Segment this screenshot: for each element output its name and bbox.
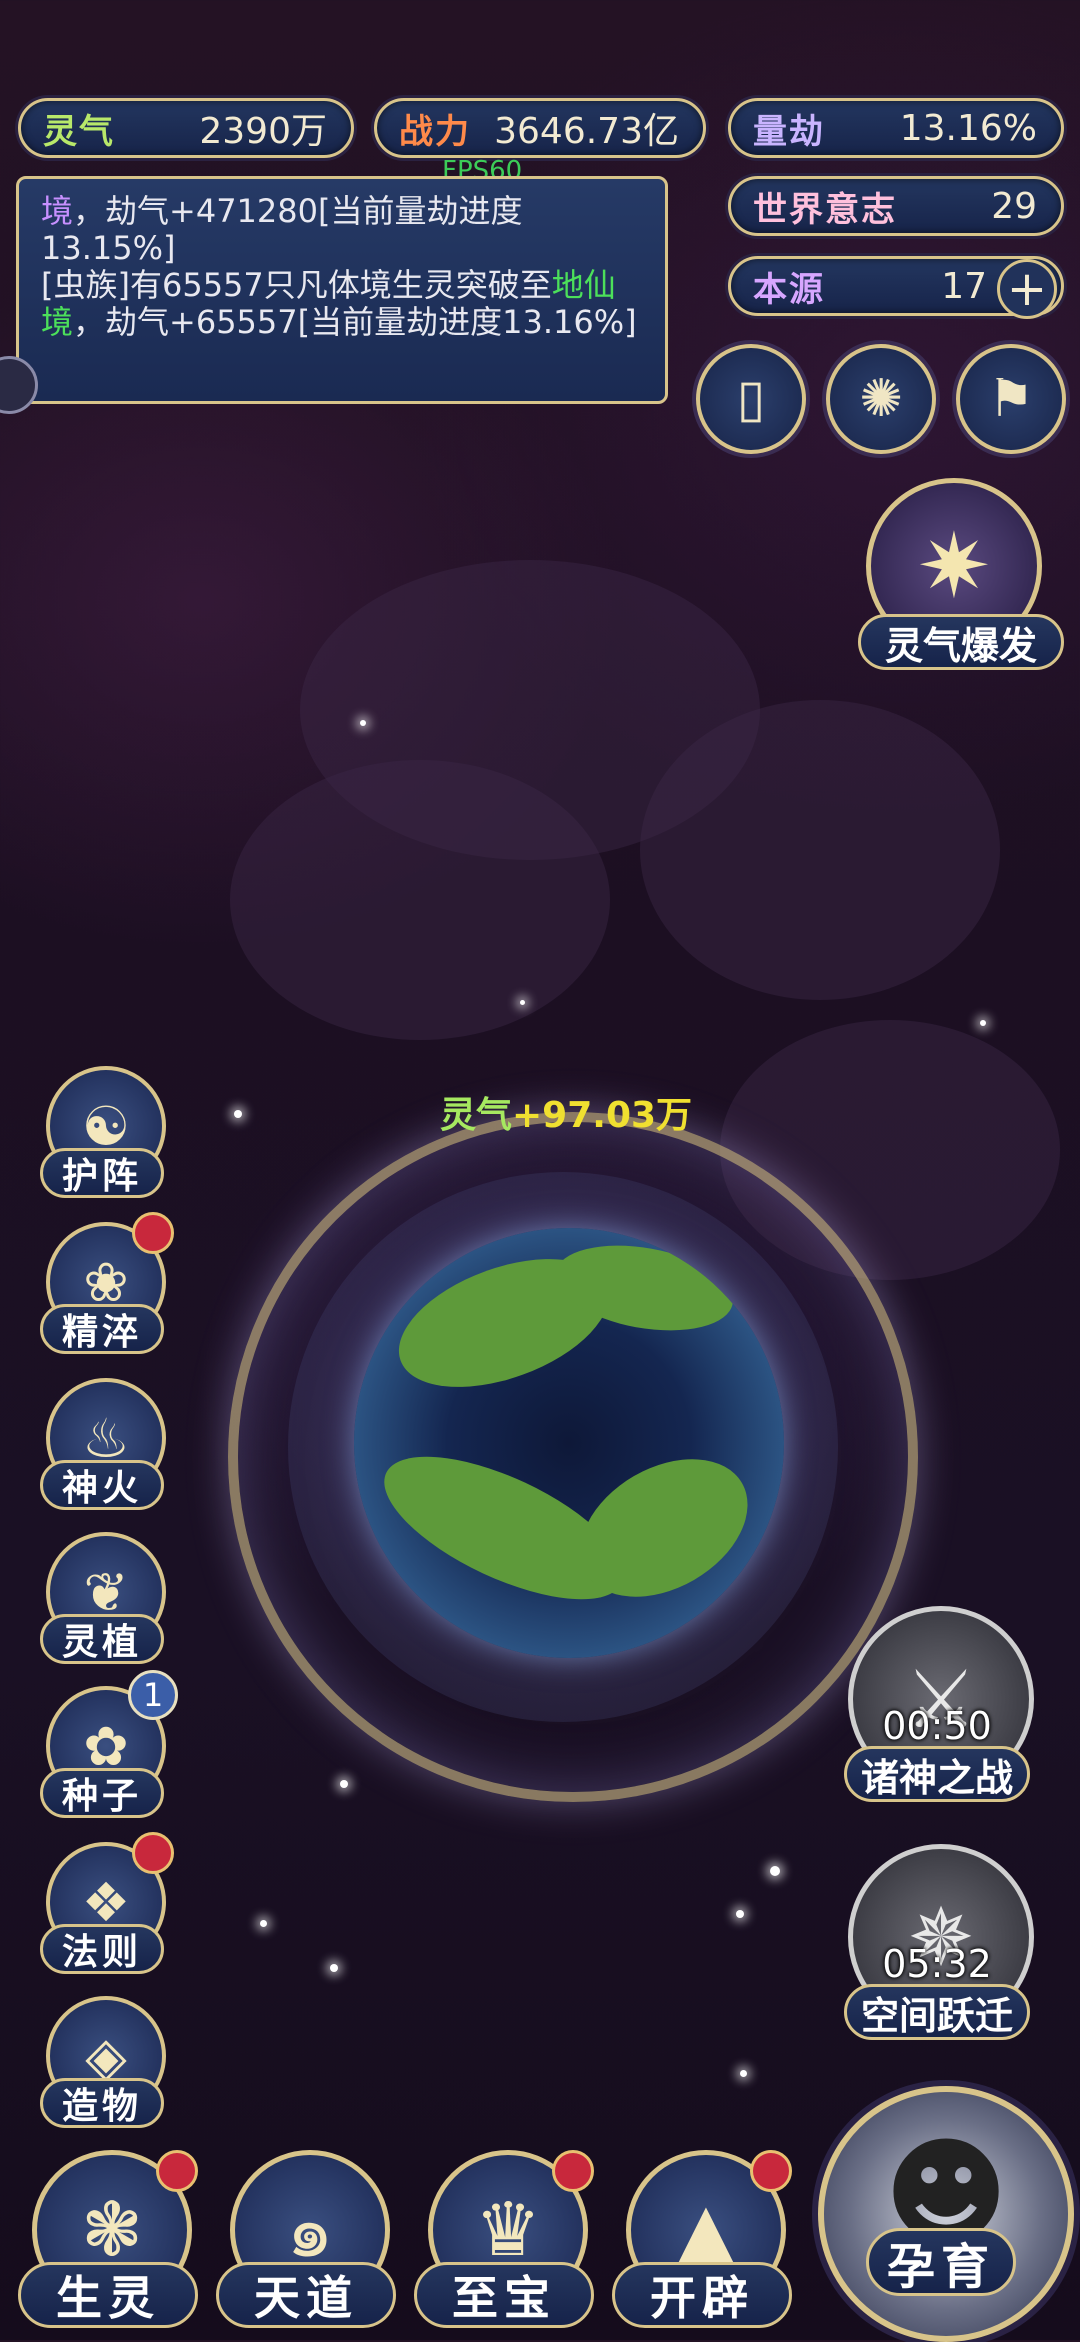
creature-icon: ❃ (80, 2187, 143, 2273)
treasure-icon: ♛ (474, 2187, 542, 2273)
star (736, 1910, 744, 1918)
space-jump-button[interactable]: ✵ 05:32 空间跃迁 (842, 1844, 1034, 2044)
star (234, 1110, 242, 1118)
flag-icon: ⚑ (987, 369, 1035, 429)
lingqi-value: 2390万 (199, 111, 327, 152)
bottom-menu-label: 至宝 (414, 2262, 594, 2328)
notification-dot (750, 2150, 792, 2192)
left-menu-fa-ze[interactable]: ❖ 法则 (40, 1832, 174, 1974)
log-line: [虫族]有65557只凡体境生灵突破至地仙境，劫气+65557[当前量劫进度13… (41, 266, 637, 341)
left-menu-label: 法则 (40, 1924, 164, 1974)
zhanli-stat[interactable]: 战力 3646.73亿 (374, 98, 706, 158)
notification-dot (552, 2150, 594, 2192)
star (330, 1964, 338, 1972)
benyuan-value: 17 (941, 265, 987, 307)
zhanli-value: 3646.73亿 (494, 111, 679, 152)
bottom-menu-label: 生灵 (18, 2262, 198, 2328)
notification-dot (132, 1832, 174, 1874)
incubate-label: 孕育 (866, 2228, 1016, 2296)
left-menu-label: 精淬 (40, 1304, 164, 1354)
left-menu-label: 灵植 (40, 1614, 164, 1664)
card-icon: ▯ (736, 369, 766, 429)
liangjie-stat[interactable]: 量劫 13.16% (728, 98, 1064, 158)
cloud (640, 700, 1000, 1000)
left-menu-jing-cui[interactable]: ❀ 精淬 (40, 1212, 174, 1354)
incubate-button[interactable]: ☻ (818, 2086, 1074, 2342)
star (340, 1780, 348, 1788)
cloud (230, 760, 610, 1040)
liangjie-value: 13.16% (899, 107, 1037, 149)
lingqi-stat[interactable]: 灵气 2390万 (18, 98, 354, 158)
space-jump-label: 空间跃迁 (844, 1984, 1030, 2040)
notification-dot (156, 2150, 198, 2192)
gods-war-timer: 00:50 (882, 1704, 992, 1748)
left-menu-hu-zhen[interactable]: ☯ 护阵 (40, 1066, 166, 1198)
star (740, 2070, 747, 2077)
lingqi-gain-popup: 灵气+97.03万 (440, 1095, 693, 1136)
star (770, 1866, 780, 1876)
card-button[interactable]: ▯ (696, 344, 806, 454)
mountain-icon: ▲ (677, 2187, 735, 2273)
burst-icon: ✷ (916, 513, 992, 619)
star (520, 1000, 525, 1005)
vortex-icon: ✺ (859, 369, 903, 429)
lingqi-burst-label: 灵气爆发 (858, 614, 1064, 670)
event-log[interactable]: 境，劫气+471280[当前量劫进度13.15%] [虫族]有65557只凡体境… (16, 176, 668, 404)
vortex-button[interactable]: ✺ (826, 344, 936, 454)
add-benyuan-button[interactable]: + (997, 259, 1057, 319)
bottom-menu-sheng-ling[interactable]: ❃ 生灵 (18, 2150, 198, 2340)
gods-war-button[interactable]: ⚔ 00:50 诸神之战 (842, 1606, 1034, 1806)
left-menu-label: 造物 (40, 2078, 164, 2128)
star (260, 1920, 267, 1927)
benyuan-label: 本源 (753, 269, 825, 310)
log-line: 境，劫气+471280[当前量劫进度13.15%] (41, 192, 523, 267)
notification-dot (132, 1212, 174, 1254)
star (980, 1020, 986, 1026)
lingqi-label: 灵气 (43, 111, 115, 152)
world-will-stat[interactable]: 世界意志 29 (728, 176, 1064, 236)
left-menu-zhong-zi[interactable]: ✿ 种子 1 (40, 1670, 178, 1818)
gods-war-label: 诸神之战 (844, 1746, 1030, 1802)
left-menu-label: 神火 (40, 1460, 164, 1510)
bottom-menu-tian-dao[interactable]: ๑ 天道 (216, 2150, 396, 2340)
flag-button[interactable]: ⚑ (956, 344, 1066, 454)
bottom-menu-label: 开辟 (612, 2262, 792, 2328)
left-menu-ling-zhi[interactable]: ❦ 灵植 (40, 1532, 166, 1664)
planet[interactable] (354, 1228, 784, 1658)
world-will-label: 世界意志 (753, 189, 897, 230)
bottom-menu-label: 天道 (216, 2262, 396, 2328)
left-menu-label: 种子 (40, 1768, 164, 1818)
liangjie-label: 量劫 (753, 111, 825, 152)
benyuan-stat[interactable]: 本源 17 + (728, 256, 1064, 319)
seed-count-badge: 1 (128, 1670, 178, 1720)
star (360, 720, 366, 726)
left-menu-shen-huo[interactable]: ♨ 神火 (40, 1378, 166, 1510)
left-menu-zao-wu[interactable]: ◈ 造物 (40, 1996, 166, 2128)
world-will-value: 29 (991, 185, 1037, 227)
zhanli-label: 战力 (399, 111, 471, 152)
bottom-menu-zhi-bao[interactable]: ♛ 至宝 (414, 2150, 594, 2340)
bottom-menu-kai-pi[interactable]: ▲ 开辟 (612, 2150, 792, 2340)
space-jump-timer: 05:32 (882, 1942, 992, 1986)
left-menu-label: 护阵 (40, 1148, 164, 1198)
